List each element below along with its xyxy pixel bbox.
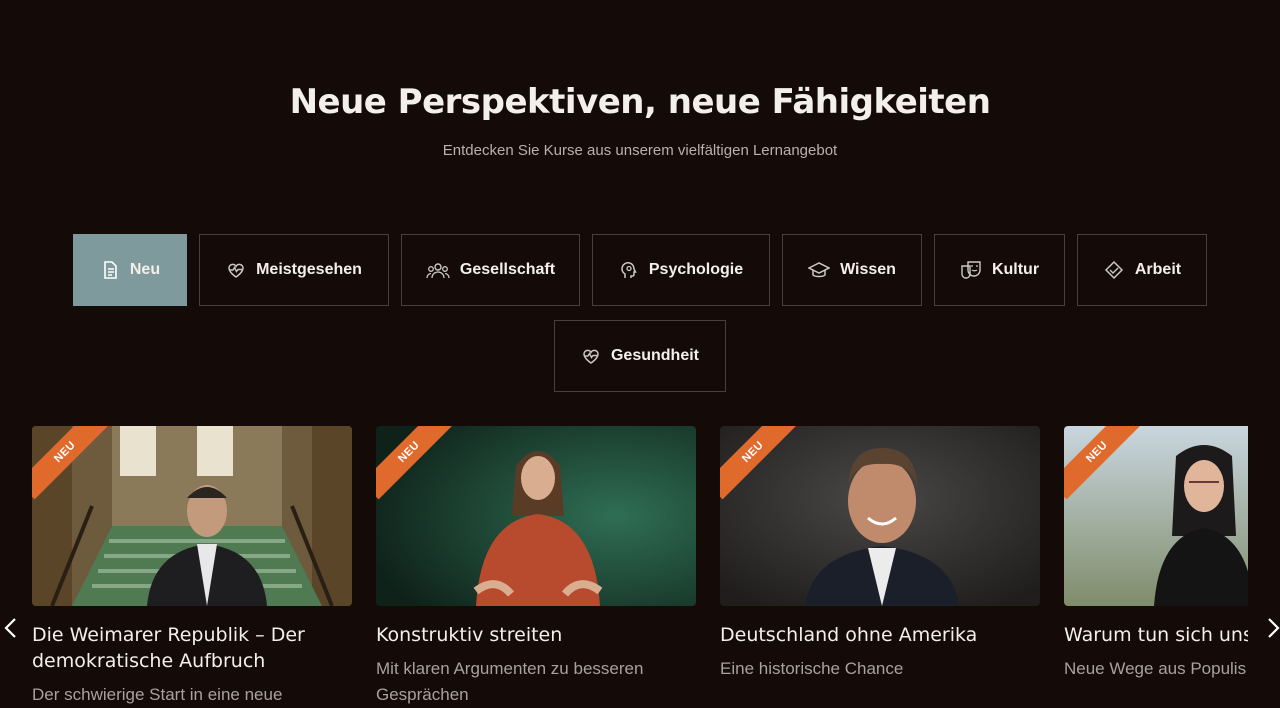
course-thumbnail[interactable]: NEU (1064, 426, 1248, 606)
filter-label: Gesundheit (610, 347, 699, 364)
filter-wissen[interactable]: Wissen (782, 234, 922, 306)
filter-kultur[interactable]: Kultur (934, 234, 1065, 306)
course-card[interactable]: NEU Warum tun sich uns mit Demokratie sc… (1064, 426, 1248, 682)
course-title[interactable]: Die Weimarer Republik – Der demokratisch… (32, 622, 352, 674)
filter-label: Meistgesehen (256, 261, 362, 278)
filter-gesundheit[interactable]: Gesundheit (554, 320, 726, 392)
course-thumbnail[interactable]: NEU (376, 426, 696, 606)
heart-pulse-icon (583, 349, 599, 364)
course-title[interactable]: Deutschland ohne Amerika (720, 622, 1040, 648)
course-subtitle: Der schwierige Start in eine neue (32, 685, 283, 704)
course-thumbnail[interactable]: NEU (32, 426, 352, 606)
filter-arbeit[interactable]: Arbeit (1077, 234, 1207, 306)
carousel-prev-button[interactable] (0, 612, 20, 644)
filter-label: Kultur (991, 261, 1040, 278)
filter-label: Wissen (840, 261, 896, 278)
filter-label: Psychologie (648, 261, 744, 278)
course-card-partial-clip: NEU Warum tun sich uns mit Demokratie sc… (1064, 426, 1248, 700)
theater-masks-icon (961, 261, 981, 279)
graduation-cap-icon (808, 262, 831, 278)
filter-label: Gesellschaft (459, 261, 556, 278)
chevron-right-icon (1268, 618, 1280, 638)
handshake-icon (1104, 260, 1123, 280)
filter-neu[interactable]: Neu (73, 234, 187, 306)
course-thumbnail[interactable]: NEU (720, 426, 1040, 606)
course-subtitle: Eine historische Chance (720, 659, 904, 678)
course-card[interactable]: NEU Die Weimarer Republik – Der demokrat… (32, 426, 352, 708)
carousel-next-button[interactable] (1264, 612, 1280, 644)
filter-meistgesehen[interactable]: Meistgesehen (199, 234, 389, 306)
course-subtitle: Neue Wege aus Populis (1064, 659, 1247, 678)
course-card[interactable]: NEU Deutschland ohne Amerika Eine histor… (720, 426, 1040, 682)
heart-pulse-icon (228, 263, 244, 278)
filter-label: Arbeit (1134, 261, 1182, 278)
document-icon (104, 261, 117, 279)
course-subtitle: Mit klaren Argumenten zu besseren Gesprä… (376, 659, 644, 704)
group-icon (426, 263, 450, 279)
page-title: Neue Perspektiven, neue Fähigkeiten (289, 82, 991, 122)
chevron-left-icon (4, 618, 16, 638)
page-subtitle: Entdecken Sie Kurse aus unserem vielfält… (442, 142, 838, 159)
head-brain-icon (621, 262, 637, 278)
course-title[interactable]: Konstruktiv streiten (376, 622, 696, 648)
filter-label: Neu (129, 261, 161, 278)
filter-psychologie[interactable]: Psychologie (592, 234, 770, 306)
course-title[interactable]: Warum tun sich uns mit Demokratie sch (1064, 622, 1248, 648)
course-card[interactable]: NEU Konstruktiv streiten Mit klaren Argu… (376, 426, 696, 708)
filter-gesellschaft[interactable]: Gesellschaft (401, 234, 580, 306)
